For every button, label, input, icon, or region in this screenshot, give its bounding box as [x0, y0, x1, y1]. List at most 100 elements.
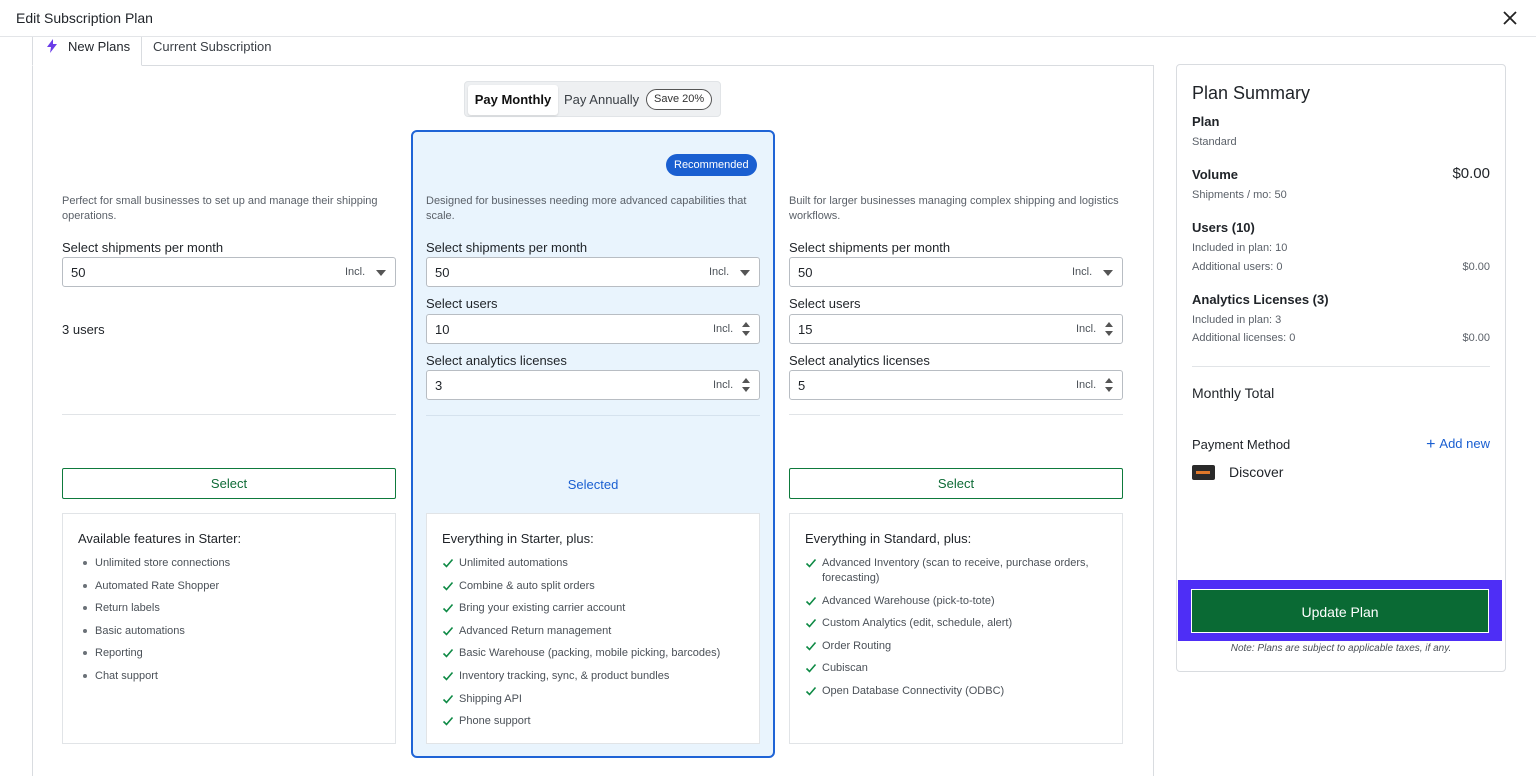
stepper-arrows-icon[interactable] [1105, 322, 1113, 338]
analytics-stepper[interactable]: 5 Incl. [789, 370, 1123, 400]
users-stepper[interactable]: 15 Incl. [789, 314, 1123, 344]
check-icon [442, 694, 454, 704]
shipments-select[interactable]: 50 Incl. [426, 257, 760, 287]
check-icon [442, 717, 454, 726]
shipments-value: 50 [435, 265, 450, 280]
bullet-icon [83, 583, 87, 588]
analytics-additional-price: $0.00 [1462, 332, 1490, 344]
save-badge: Save 20% [646, 89, 713, 110]
select-starter-button[interactable]: Select [62, 468, 396, 499]
incl-label: Incl. [345, 266, 366, 278]
chevron-down-icon [740, 270, 750, 276]
feature-item: Basic Warehouse (packing, mobile picking… [442, 646, 742, 661]
volume-price: $0.00 [1452, 165, 1490, 182]
stepper-arrows-icon[interactable] [742, 378, 750, 394]
incl-label: Incl. [1076, 323, 1097, 335]
check-icon [442, 649, 454, 659]
analytics-value: 3 [435, 378, 443, 393]
feature-item: Bring your existing carrier account [442, 601, 742, 616]
analytics-label: Select analytics licenses [426, 353, 567, 368]
discover-card-icon [1192, 465, 1215, 480]
feature-item: Chat support [78, 669, 378, 684]
billing-toggle: Pay Monthly Pay Annually Save 20% [464, 81, 721, 117]
feature-item: Inventory tracking, sync, & product bund… [442, 669, 742, 684]
feature-item: Order Routing [805, 639, 1105, 654]
plan-card-starter: Perfect for small businesses to set up a… [62, 130, 396, 758]
users-value: 15 [798, 322, 813, 337]
feature-item: Unlimited store connections [78, 556, 378, 571]
feature-item: Shipping API [442, 692, 742, 707]
chevron-down-icon [376, 270, 386, 276]
analytics-label: Analytics Licenses (3) [1192, 292, 1329, 307]
plan-description: Perfect for small businesses to set up a… [62, 195, 378, 222]
pay-annually-option[interactable]: Pay Annually [564, 85, 639, 115]
bullet-icon [83, 606, 87, 611]
shipments-value: 50 [71, 265, 86, 280]
feature-item: Combine & auto split orders [442, 579, 742, 594]
analytics-label: Select analytics licenses [789, 353, 930, 368]
features-list: Unlimited automations Combine & auto spl… [442, 556, 742, 737]
stepper-arrows-icon[interactable] [1105, 378, 1113, 394]
check-icon [442, 626, 454, 636]
check-icon [442, 671, 454, 681]
selected-label: Selected [567, 477, 619, 492]
stepper-arrows-icon[interactable] [742, 322, 750, 338]
bullet-icon [83, 673, 87, 678]
shipments-select[interactable]: 50 Incl. [789, 257, 1123, 287]
feature-item: Advanced Inventory (scan to receive, pur… [805, 556, 1105, 586]
feature-item: Return labels [78, 601, 378, 616]
shipments-select[interactable]: 50 Incl. [62, 257, 396, 287]
pay-monthly-option[interactable]: Pay Monthly [468, 85, 558, 115]
tab-new-plans[interactable]: New Plans [32, 37, 142, 66]
divider [426, 415, 760, 416]
analytics-stepper[interactable]: 3 Incl. [426, 370, 760, 400]
features-list: Advanced Inventory (scan to receive, pur… [805, 556, 1105, 707]
monthly-total-label: Monthly Total [1192, 385, 1275, 401]
feature-item: Open Database Connectivity (ODBC) [805, 684, 1105, 699]
close-icon[interactable] [1500, 8, 1520, 28]
features-box: Available features in Starter: Unlimited… [62, 513, 396, 744]
add-payment-method-link[interactable]: + Add new [1426, 436, 1490, 454]
check-icon [805, 596, 817, 606]
select-pro-button[interactable]: Select [789, 468, 1123, 499]
bullet-icon [83, 561, 87, 565]
features-box: Everything in Standard, plus: Advanced I… [789, 513, 1123, 744]
shipments-label: Select shipments per month [426, 240, 588, 255]
features-heading: Everything in Starter, plus: [442, 531, 594, 546]
users-included: Included in plan: 10 [1192, 242, 1288, 254]
analytics-additional: Additional licenses: 0 [1192, 332, 1296, 344]
users-additional: Additional users: 0 [1192, 261, 1283, 273]
plan-card-pro: Built for larger businesses managing com… [789, 130, 1123, 758]
plan-label: Plan [1192, 114, 1220, 129]
users-label: Select users [426, 296, 498, 311]
check-icon [805, 558, 817, 568]
check-icon [805, 664, 817, 674]
features-heading: Available features in Starter: [78, 531, 242, 546]
volume-detail: Shipments / mo: 50 [1192, 189, 1287, 201]
plan-value: Standard [1192, 136, 1237, 148]
features-box: Everything in Starter, plus: Unlimited a… [426, 513, 760, 744]
shipments-value: 50 [798, 265, 813, 280]
feature-item: Advanced Return management [442, 624, 742, 639]
payment-method-label: Payment Method [1192, 437, 1291, 452]
tab-current-subscription[interactable]: Current Subscription [153, 37, 293, 66]
incl-label: Incl. [713, 379, 734, 391]
dialog-header: Edit Subscription Plan [0, 0, 1536, 37]
users-stepper[interactable]: 10 Incl. [426, 314, 760, 344]
feature-item: Custom Analytics (edit, schedule, alert) [805, 616, 1105, 631]
plan-description: Designed for businesses needing more adv… [426, 195, 747, 222]
tax-note: Note: Plans are subject to applicable ta… [1230, 643, 1452, 654]
analytics-value: 5 [798, 378, 806, 393]
feature-item: Unlimited automations [442, 556, 742, 571]
feature-item: Phone support [442, 714, 742, 729]
recommended-badge: Recommended [666, 154, 757, 176]
users-label: Select users [789, 296, 861, 311]
divider [62, 414, 396, 415]
users-additional-price: $0.00 [1462, 261, 1490, 273]
feature-item: Automated Rate Shopper [78, 579, 378, 594]
dialog-title: Edit Subscription Plan [16, 10, 153, 26]
feature-item: Basic automations [78, 624, 378, 639]
check-icon [805, 619, 817, 628]
feature-item: Reporting [78, 646, 378, 661]
update-plan-button[interactable]: Update Plan [1191, 589, 1489, 633]
